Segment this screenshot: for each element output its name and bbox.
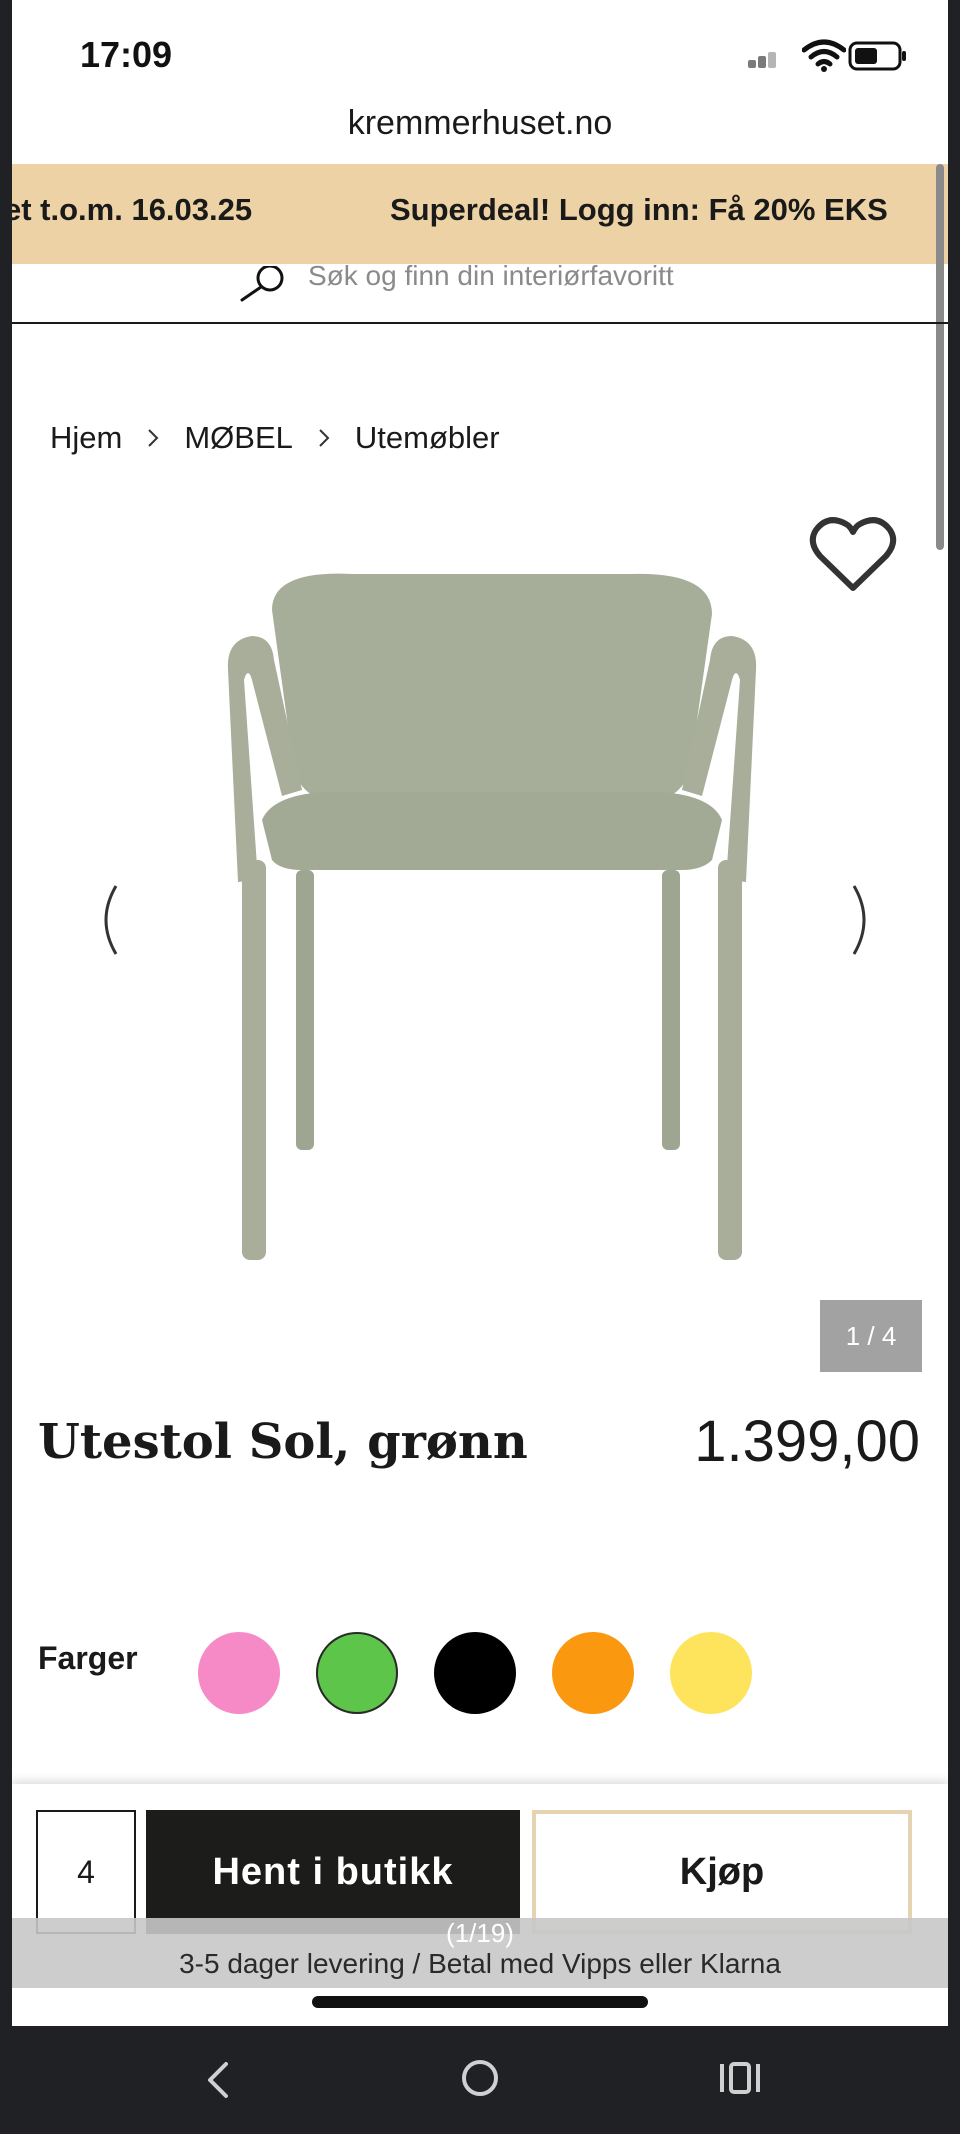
promo-banner[interactable]: et t.o.m. 16.03.25 Superdeal! Logg inn: … — [12, 164, 948, 264]
search-icon[interactable] — [238, 266, 292, 302]
pickup-in-store-button[interactable]: Hent i butikk — [146, 1810, 520, 1934]
chevron-right-icon — [319, 429, 330, 447]
delivery-text: 3-5 dager levering / Betal med Vipps ell… — [179, 1948, 781, 1979]
product-gallery: 1 / 4 — [12, 500, 948, 1380]
address-bar-url[interactable]: kremmerhuset.no — [12, 104, 948, 143]
home-icon[interactable] — [458, 2056, 502, 2100]
browser-screen: 17:09 kremmerhuset.no et t.o.m. 16.03.25… — [12, 0, 948, 2026]
color-swatch-green[interactable] — [316, 1632, 398, 1714]
product-image[interactable] — [212, 570, 772, 1290]
color-selector: Farger — [38, 1632, 838, 1716]
product-title: Utestol Sol, grønn — [38, 1414, 528, 1470]
promo-text-2: Superdeal! Logg inn: Få 20% EKS — [390, 192, 888, 227]
status-time: 17:09 — [80, 34, 173, 75]
breadcrumb: Hjem MØBEL Utemøbler — [50, 420, 500, 456]
wifi-icon — [802, 39, 846, 72]
color-swatch-orange[interactable] — [552, 1632, 634, 1714]
breadcrumb-home[interactable]: Hjem — [50, 420, 122, 456]
buy-button[interactable]: Kjøp — [532, 1810, 912, 1934]
quantity-field[interactable]: 4 — [36, 1810, 136, 1934]
image-index: (1/19) — [446, 1918, 514, 1948]
chevron-right-icon — [148, 429, 159, 447]
system-nav-bar — [0, 2026, 960, 2134]
chevron-right-icon[interactable] — [848, 880, 888, 960]
home-indicator[interactable] — [312, 1996, 648, 2008]
search-bar — [12, 256, 948, 324]
signal-icon — [748, 50, 784, 68]
scrollbar[interactable] — [936, 164, 944, 550]
product-price: 1.399,00 — [694, 1409, 920, 1474]
back-icon[interactable] — [200, 2060, 240, 2100]
delivery-info: (1/19) 3-5 dager levering / Betal med Vi… — [12, 1918, 948, 1988]
color-swatch-yellow[interactable] — [670, 1632, 752, 1714]
colors-label: Farger — [38, 1640, 138, 1676]
status-bar: 17:09 — [12, 0, 948, 110]
chevron-left-icon[interactable] — [82, 880, 122, 960]
purchase-bar: 4 Hent i butikk Kjøp (1/19) 3-5 dager le… — [12, 1784, 948, 2026]
breadcrumb-mobel[interactable]: MØBEL — [184, 420, 293, 456]
color-swatch-black[interactable] — [434, 1632, 516, 1714]
color-swatch-pink[interactable] — [198, 1632, 280, 1714]
image-counter: 1 / 4 — [820, 1300, 922, 1372]
promo-text-1: et t.o.m. 16.03.25 — [12, 192, 253, 227]
search-input[interactable] — [308, 256, 808, 296]
recent-apps-icon[interactable] — [718, 2058, 762, 2098]
battery-icon — [848, 41, 906, 71]
breadcrumb-utemobler[interactable]: Utemøbler — [355, 420, 500, 456]
heart-icon[interactable] — [808, 516, 898, 596]
